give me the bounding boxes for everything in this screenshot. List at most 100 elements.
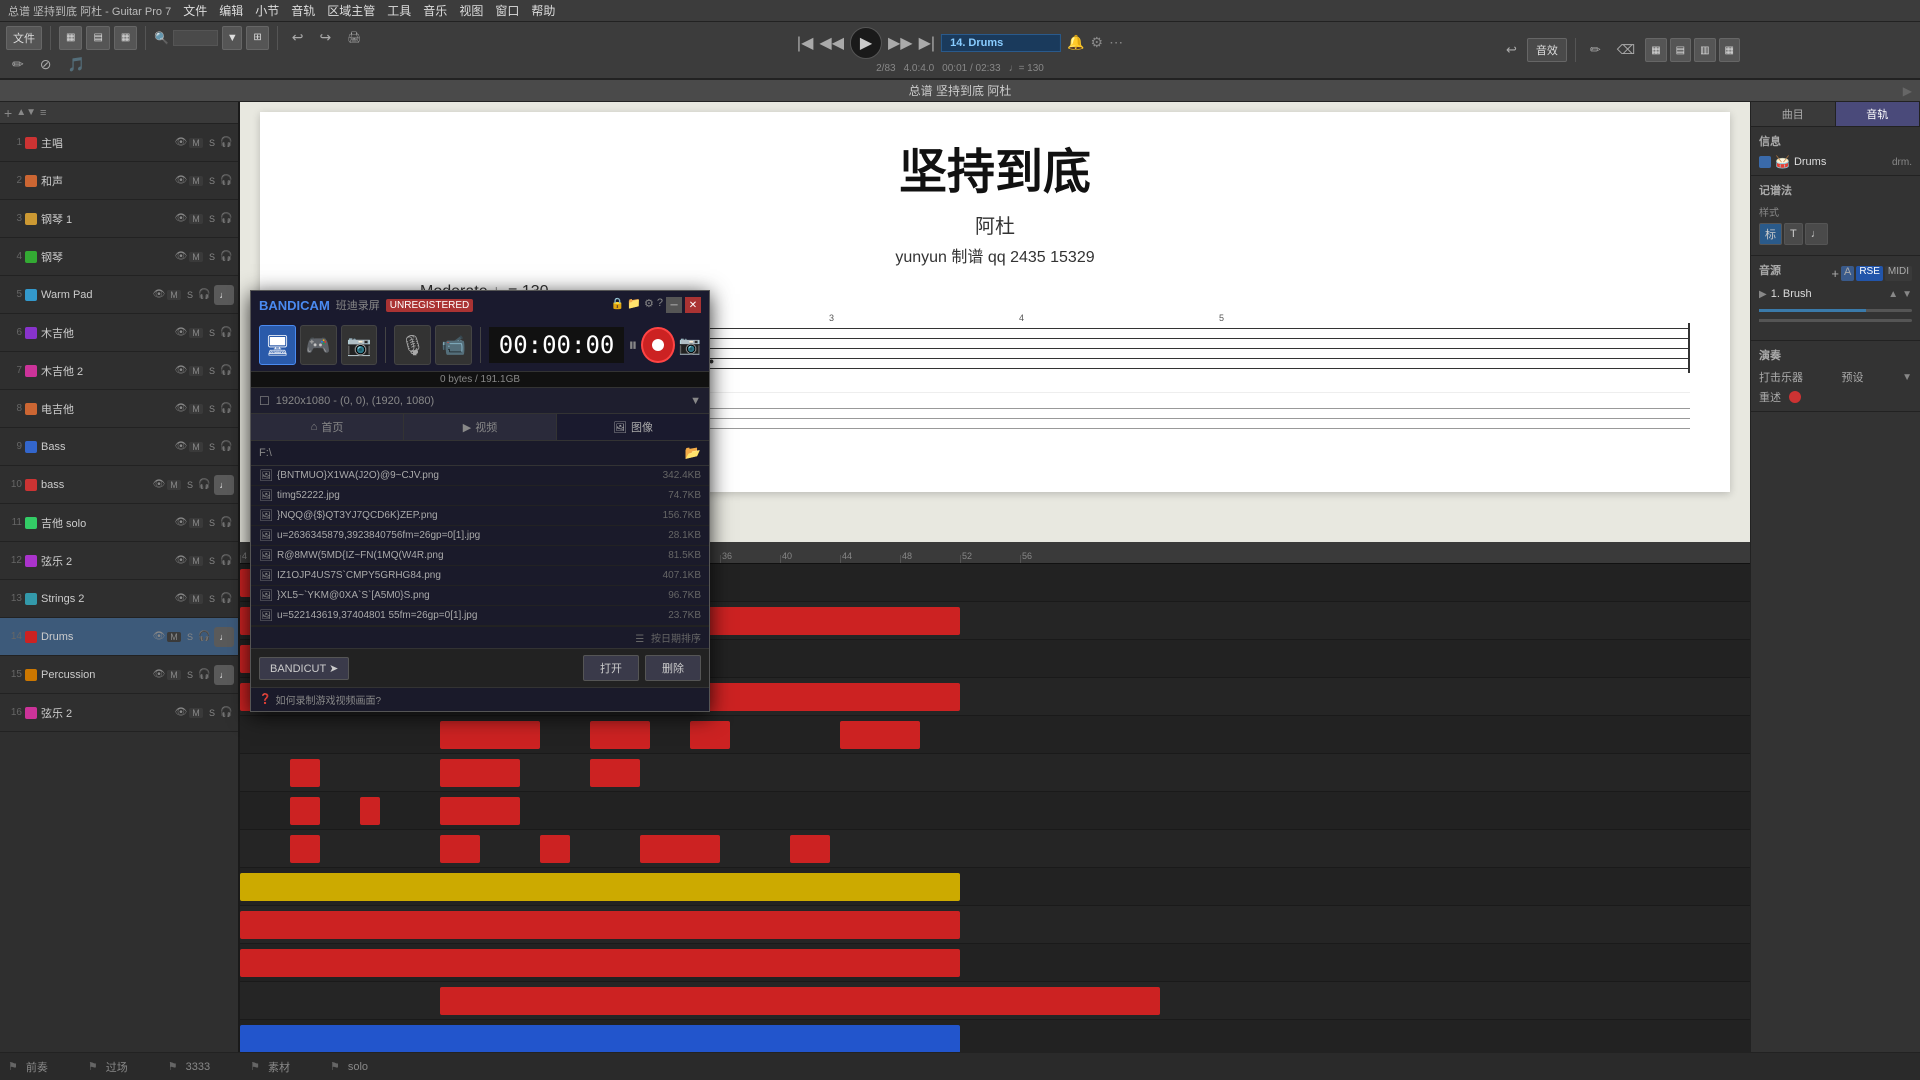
track-solo-11[interactable]: S: [205, 518, 219, 528]
menu-view[interactable]: 视图: [459, 2, 483, 19]
bd-nav-video[interactable]: ▶ 视频: [404, 414, 557, 440]
menu-tools[interactable]: 工具: [387, 2, 411, 19]
menu-help[interactable]: 帮助: [531, 2, 555, 19]
tab-tracks[interactable]: 曲目: [1751, 102, 1836, 126]
track-mute-13[interactable]: M: [189, 594, 203, 604]
mixer-icon[interactable]: ≡: [40, 107, 46, 119]
track-row-11[interactable]: 11 吉他 solo 👁 M S 🎧: [0, 504, 238, 542]
bandicam-record-btn[interactable]: [641, 327, 674, 363]
fold-all-icon[interactable]: ▲▼: [16, 107, 36, 118]
track-solo-1[interactable]: S: [205, 138, 219, 148]
track-mute-9[interactable]: M: [189, 442, 203, 452]
tool-eraser[interactable]: ⊘: [34, 54, 58, 76]
track-row-10[interactable]: 10 bass 👁 M S 🎧 ♩: [0, 466, 238, 504]
sort-label[interactable]: 按日期排序: [651, 634, 701, 645]
track-headphones-12[interactable]: 🎧: [220, 555, 234, 566]
menu-region[interactable]: 区域主管: [327, 2, 375, 19]
track-solo-13[interactable]: S: [205, 594, 219, 604]
bd-file-row-4[interactable]: 🖼 R@8MW(5MD{IZ~FN(1MQ(W4R.png 81.5KB: [251, 546, 709, 566]
track-eye-12[interactable]: 👁: [174, 555, 188, 566]
track-mute-4[interactable]: M: [189, 252, 203, 262]
track-eye-13[interactable]: 👁: [174, 593, 188, 604]
track-headphones-1[interactable]: 🎧: [220, 137, 234, 148]
redo-button[interactable]: ↪: [313, 26, 337, 50]
tool-select[interactable]: ✏: [6, 54, 30, 76]
notation-note-btn[interactable]: ♩: [1805, 223, 1828, 245]
bd-nav-image[interactable]: 🖼 图像: [557, 414, 709, 440]
track-mute-1[interactable]: M: [189, 138, 203, 148]
track-row-5[interactable]: 5 Warm Pad 👁 M S 🎧 ♩: [0, 276, 238, 314]
track-solo-7[interactable]: S: [205, 366, 219, 376]
more-icon[interactable]: ⋯: [1109, 34, 1123, 51]
track-row-14[interactable]: 14 Drums 👁 M S 🎧 ♩: [0, 618, 238, 656]
notation-standard-btn[interactable]: 标: [1759, 223, 1782, 245]
piano-block-7[interactable]: [360, 797, 380, 825]
track-eye-1[interactable]: 👁: [174, 137, 188, 148]
menu-track[interactable]: 音轨: [291, 2, 315, 19]
track-headphones-11[interactable]: 🎧: [220, 517, 234, 528]
track-headphones-15[interactable]: 🎧: [198, 669, 212, 680]
bd-file-row-0[interactable]: 🖼 {BNTMUO}X1WA(J2O)@9~CJV.png 342.4KB: [251, 466, 709, 486]
track-solo-14[interactable]: S: [183, 632, 197, 642]
track-mute-6[interactable]: M: [189, 328, 203, 338]
piano-block-8[interactable]: [290, 835, 320, 863]
bd-settings-icon[interactable]: ⚙: [644, 297, 654, 313]
track-row-12[interactable]: 12 弦乐 2 👁 M S 🎧: [0, 542, 238, 580]
track-headphones-2[interactable]: 🎧: [220, 175, 234, 186]
menu-music[interactable]: 音乐: [423, 2, 447, 19]
track-row-4[interactable]: 4 钢琴 👁 M S 🎧: [0, 238, 238, 276]
track-eye-5[interactable]: 👁: [152, 289, 166, 300]
sound-midi-btn[interactable]: MIDI: [1885, 266, 1912, 281]
bd-file-row-2[interactable]: 🖼 }NQQ@{$}QT3YJ7QCD6K}ZEP.png 156.7KB: [251, 506, 709, 526]
bd-webcam-btn[interactable]: 📹: [435, 325, 472, 365]
eraser-tool[interactable]: ⌫: [1611, 38, 1641, 62]
track-mute-15[interactable]: M: [167, 670, 181, 680]
piano-block-5[interactable]: [590, 721, 650, 749]
piano-block-8[interactable]: [540, 835, 570, 863]
track-mute-5[interactable]: M: [167, 290, 181, 300]
settings-icon[interactable]: ⚙: [1091, 34, 1104, 51]
track-headphones-8[interactable]: 🎧: [220, 403, 234, 414]
piano-block-7[interactable]: [440, 797, 520, 825]
piano-block-12[interactable]: [440, 987, 1160, 1015]
bd-device-mode[interactable]: 📷: [341, 325, 378, 365]
bd-file-row-7[interactable]: 🖼 u=522143619,37404801 55fm=26gp=0[1].jp…: [251, 606, 709, 626]
bd-nav-home[interactable]: ⌂ 首页: [251, 414, 404, 440]
piano-block-8[interactable]: [790, 835, 830, 863]
track-eye-11[interactable]: 👁: [174, 517, 188, 528]
bd-folder-icon[interactable]: 📁: [627, 297, 641, 313]
bd-close-btn[interactable]: ✕: [685, 297, 701, 313]
track-eye-8[interactable]: 👁: [174, 403, 188, 414]
track-row-2[interactable]: 2 和声 👁 M S 🎧: [0, 162, 238, 200]
track-mute-14[interactable]: M: [167, 632, 181, 642]
track-headphones-5[interactable]: 🎧: [198, 289, 212, 300]
bd-audio-btn[interactable]: 🎙: [394, 325, 431, 365]
track-solo-3[interactable]: S: [205, 214, 219, 224]
piano-block-11[interactable]: [240, 949, 960, 977]
track-solo-12[interactable]: S: [205, 556, 219, 566]
bd-screen-mode[interactable]: 🖥: [259, 325, 296, 365]
track-solo-2[interactable]: S: [205, 176, 219, 186]
layout-2-btn[interactable]: ▤: [86, 26, 109, 50]
new-button[interactable]: 文件: [6, 26, 42, 50]
track-mute-10[interactable]: M: [167, 480, 181, 490]
track-mute-7[interactable]: M: [189, 366, 203, 376]
track-headphones-6[interactable]: 🎧: [220, 327, 234, 338]
track-row-1[interactable]: 1 主唱 👁 M S 🎧: [0, 124, 238, 162]
rewind-btn[interactable]: ◀◀: [819, 33, 844, 53]
track-headphones-14[interactable]: 🎧: [198, 631, 212, 642]
pan-slider-track[interactable]: [1759, 319, 1912, 322]
track-eye-4[interactable]: 👁: [174, 251, 188, 262]
bd-help-icon[interactable]: ?: [657, 297, 663, 313]
zoom-down-btn[interactable]: ▼: [222, 26, 242, 50]
piano-block-8[interactable]: [640, 835, 720, 863]
track-eye-16[interactable]: 👁: [174, 707, 188, 718]
track-row-8[interactable]: 8 电吉他 👁 M S 🎧: [0, 390, 238, 428]
sound-rse-btn[interactable]: RSE: [1856, 266, 1883, 281]
track-instrument-btn-10[interactable]: ♩: [214, 475, 234, 495]
track-headphones-4[interactable]: 🎧: [220, 251, 234, 262]
track-headphones-13[interactable]: 🎧: [220, 593, 234, 604]
bandicam-screenshot-btn[interactable]: 📷: [679, 335, 701, 356]
track-row-13[interactable]: 13 Strings 2 👁 M S 🎧: [0, 580, 238, 618]
track-headphones-9[interactable]: 🎧: [220, 441, 234, 452]
